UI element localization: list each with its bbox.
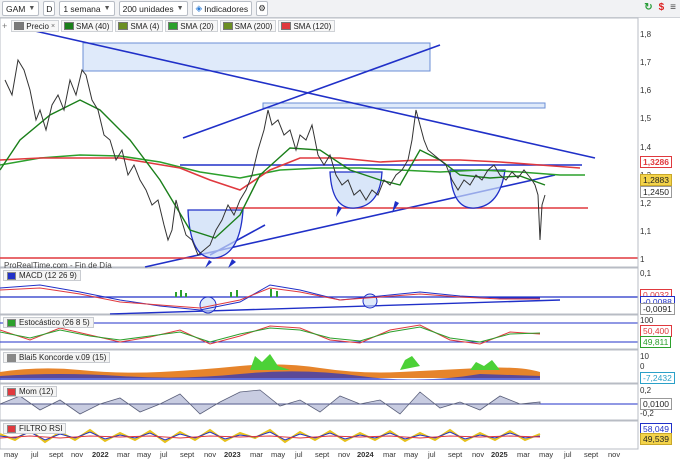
legend-item-sma120[interactable]: SMA (120) (278, 20, 336, 32)
swatch (7, 387, 16, 396)
legend-label: SMA (120) (293, 21, 332, 31)
price-tick: 1,1 (640, 227, 652, 236)
price-tick: 1,7 (640, 58, 652, 67)
secondary-price-tag: 1,2450 (640, 186, 672, 198)
time-tick: sept (315, 450, 330, 459)
time-tick: may (4, 450, 19, 459)
time-tick: may (137, 450, 152, 459)
time-tick: nov (472, 450, 485, 459)
swatch (7, 424, 16, 433)
koncorde-axis-tick: 10 (640, 352, 649, 361)
chart-canvas[interactable] (0, 0, 680, 461)
time-tick: 2022 (92, 450, 109, 459)
legend-item-sma20[interactable]: SMA (20) (165, 20, 218, 32)
time-tick: jul (31, 450, 39, 459)
last-price-tag: 1,3286 (640, 156, 672, 168)
macd-tag: -0,0091 (640, 303, 675, 315)
time-tick: 2023 (224, 450, 241, 459)
time-tick: nov (338, 450, 351, 459)
panel-label-text: MACD (12 26 9) (19, 271, 77, 280)
time-tick: nov (204, 450, 217, 459)
stoch-tag: 49,811 (640, 336, 672, 348)
time-tick: sept (584, 450, 599, 459)
panel-label-text: Blai5 Koncorde v.09 (15) (19, 353, 107, 362)
time-tick: mar (383, 450, 396, 459)
legend-label: SMA (200) (234, 21, 273, 31)
time-tick: may (539, 450, 554, 459)
panel-label-koncorde[interactable]: Blai5 Koncorde v.09 (15) (3, 352, 111, 363)
price-tick: 1 (640, 255, 645, 264)
time-tick: mar (250, 450, 263, 459)
price-tick: 1,8 (640, 30, 652, 39)
price-tick: 1,2 (640, 199, 652, 208)
price-tick: 1,6 (640, 86, 652, 95)
time-tick: sept (49, 450, 64, 459)
time-tick: jul (160, 450, 168, 459)
time-tick: 2025 (491, 450, 508, 459)
panel-label-text: Estocástico (26 8 5) (19, 318, 90, 327)
time-tick: nov (608, 450, 621, 459)
stoch-axis-tick: 100 (640, 316, 654, 325)
price-tick: 1,4 (640, 143, 652, 152)
time-tick: jul (295, 450, 303, 459)
swatch (7, 271, 16, 280)
legend-item-sma40[interactable]: SMA (40) (61, 20, 114, 32)
price-tick: 1,5 (640, 114, 652, 123)
panel-label-mom[interactable]: Mom (12) (3, 386, 58, 397)
time-tick: 2024 (357, 450, 374, 459)
current-price-tag: 1,2883 (640, 174, 672, 186)
koncorde-tag: -7,2432 (640, 372, 675, 384)
legend-label: SMA (4) (130, 21, 160, 31)
time-tick: sept (180, 450, 195, 459)
time-tick: mar (117, 450, 130, 459)
series-legend: + Precio × SMA (40) SMA (4) SMA (20) SMA … (2, 20, 336, 32)
mom-axis-tick: 0,2 (640, 386, 652, 395)
time-tick: mar (517, 450, 530, 459)
swatch (222, 22, 233, 30)
koncorde-axis-tick: 0 (640, 362, 645, 371)
legend-label: Precio (26, 21, 49, 31)
time-tick: jul (428, 450, 436, 459)
panel-label-text: FILTRO RSI (19, 424, 63, 433)
swatch (168, 22, 179, 30)
mom-axis-tick: -0,2 (640, 409, 654, 418)
panel-label-text: Mom (12) (19, 387, 54, 396)
swatch (14, 22, 25, 30)
add-icon[interactable]: + (2, 21, 7, 31)
time-tick: may (404, 450, 419, 459)
panel-label-rsi[interactable]: FILTRO RSI (3, 423, 67, 434)
close-icon[interactable]: × (51, 23, 55, 30)
legend-item-sma200[interactable]: SMA (200) (219, 20, 277, 32)
swatch (7, 353, 16, 362)
swatch (64, 22, 75, 30)
panel-label-macd[interactable]: MACD (12 26 9) (3, 270, 81, 281)
resistance-zone-box (262, 102, 546, 109)
time-tick: nov (71, 450, 84, 459)
macd-axis-tick: 0,1 (640, 269, 652, 278)
legend-label: SMA (40) (76, 21, 110, 31)
legend-item-precio[interactable]: Precio × (11, 20, 60, 32)
swatch (281, 22, 292, 30)
time-tick: sept (448, 450, 463, 459)
time-tick: jul (564, 450, 572, 459)
swatch (7, 318, 16, 327)
panel-label-stoch[interactable]: Estocástico (26 8 5) (3, 317, 94, 328)
swatch (118, 22, 129, 30)
time-axis: may jul sept nov 2022 mar may jul sept n… (0, 449, 638, 461)
rsi-tag: 49,539 (640, 433, 672, 445)
watermark: ProRealTime.com - Fin de Día (4, 261, 112, 270)
legend-item-sma4[interactable]: SMA (4) (115, 20, 164, 32)
time-tick: may (271, 450, 286, 459)
legend-label: SMA (20) (180, 21, 214, 31)
